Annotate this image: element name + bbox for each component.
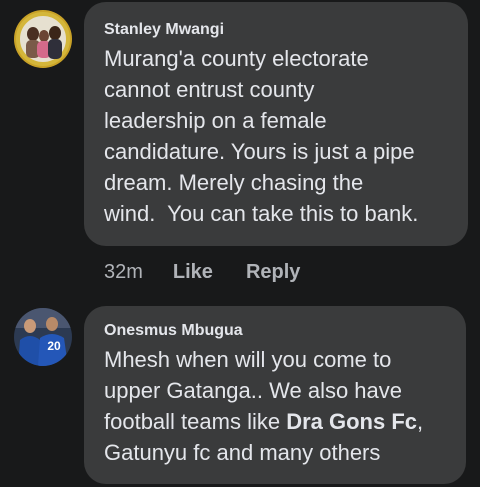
comment-text: Murang'a county electorate cannot entrus… xyxy=(104,43,448,229)
comment-author[interactable]: Onesmus Mbugua xyxy=(104,321,446,341)
jersey-number: 20 xyxy=(47,339,61,353)
bold-team-name: Dra Gons Fc xyxy=(286,409,418,434)
avatar-stanley-mwangi[interactable] xyxy=(14,10,72,68)
profile-photo-icon xyxy=(14,10,72,68)
comment-text: Mhesh when will you come to upper Gatang… xyxy=(104,344,446,468)
comment-line: wind. You can take this to bank. xyxy=(104,201,419,226)
comment-line: candidature. Yours is just a pipe xyxy=(104,139,415,164)
comment-line: leadership on a female xyxy=(104,108,327,133)
comment-line: Murang'a county electorate xyxy=(104,46,369,71)
like-button[interactable]: Like xyxy=(173,259,213,285)
comment-line: football teams like xyxy=(104,409,287,434)
comment-line: Mhesh when will you come to xyxy=(104,347,392,372)
comment-line: upper Gatanga.. We also have xyxy=(104,378,403,403)
comment-line: cannot entrust county xyxy=(104,77,315,102)
avatar-onesmus-mbugua[interactable]: 20 xyxy=(14,308,72,366)
comment-line: Gatunyu fc and many others xyxy=(104,440,381,465)
comments-feed: Stanley Mwangi Murang'a county electorat… xyxy=(0,0,480,487)
comment-author[interactable]: Stanley Mwangi xyxy=(104,20,448,40)
comment-bubble-1: Stanley Mwangi Murang'a county electorat… xyxy=(84,2,468,246)
comment-actions: 32m Like Reply xyxy=(104,259,300,285)
profile-photo-icon: 20 xyxy=(14,308,72,366)
comment-bubble-2: Onesmus Mbugua Mhesh when will you come … xyxy=(84,306,466,484)
comment-line: dream. Merely chasing the xyxy=(104,170,364,195)
comment-timestamp[interactable]: 32m xyxy=(104,259,143,285)
reply-button[interactable]: Reply xyxy=(246,259,300,285)
comment-line: , xyxy=(417,409,424,434)
